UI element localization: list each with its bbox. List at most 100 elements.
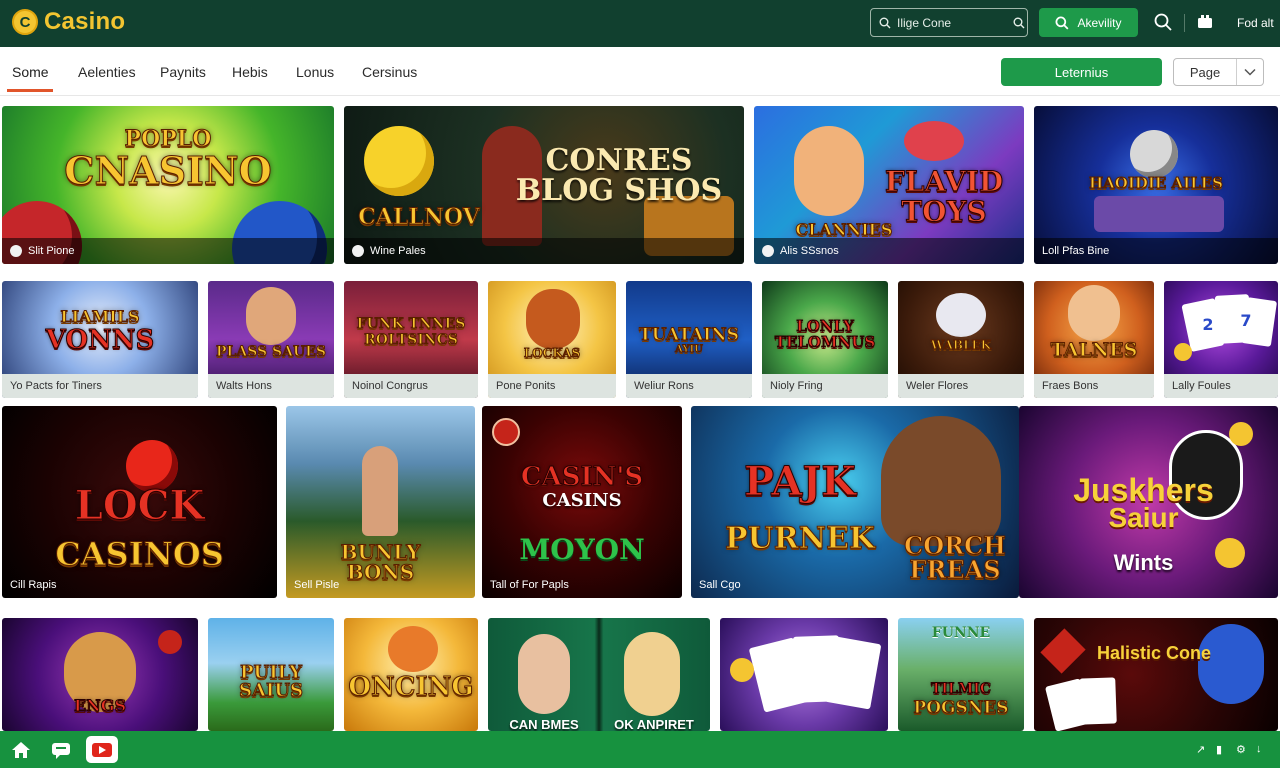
- share-icon[interactable]: ↗: [1196, 743, 1206, 756]
- game-title: Halistic Cone: [1096, 643, 1212, 663]
- download-icon[interactable]: ↓: [1256, 743, 1266, 755]
- game-tile[interactable]: FLAVID TOYS CLANNIES Alis SSsnos: [754, 106, 1024, 264]
- game-caption-text: Noinol Congrus: [352, 380, 428, 392]
- game-title: AYIU: [675, 344, 704, 355]
- bottom-right-icons: ↗ ▮ ⚙ ↓: [1196, 743, 1266, 756]
- logo-mark: C: [12, 9, 38, 35]
- activity-button[interactable]: Akevility: [1039, 8, 1138, 37]
- game-caption-text: Alis SSsnos: [780, 245, 839, 257]
- game-caption-text: Lally Foules: [1172, 380, 1231, 392]
- game-title: CALLNOV: [358, 204, 480, 230]
- game-caption: Fraes Bons: [1034, 374, 1154, 398]
- game-caption: Weliur Rons: [626, 374, 752, 398]
- game-title: CONRES: [545, 143, 693, 178]
- game-tile[interactable]: HAOIDIE AILES Loll Pfas Bine: [1034, 106, 1278, 264]
- game-title: TILMIC: [931, 681, 992, 697]
- tab-lonus[interactable]: Lonus: [296, 64, 334, 80]
- game-caption: Yo Pacts for Tiners: [2, 374, 198, 398]
- game-caption: Weler Flores: [898, 374, 1024, 398]
- game-tile[interactable]: PLASS SAUES Walts Hons: [208, 281, 334, 398]
- game-title: POPLO: [124, 126, 212, 152]
- header-right-text[interactable]: Fod alt: [1237, 16, 1274, 30]
- tab-some[interactable]: Some: [12, 64, 49, 80]
- game-title: ONCING: [348, 672, 474, 702]
- wallet-icon[interactable]: [1195, 12, 1215, 32]
- game-tile[interactable]: TALNES Fraes Bons: [1034, 281, 1154, 398]
- info-icon: [10, 245, 22, 257]
- game-title: CASINOS: [55, 535, 225, 573]
- game-caption: Sell Pisle: [286, 572, 475, 598]
- game-caption: Noinol Congrus: [344, 374, 478, 398]
- game-tile[interactable]: ONCING: [344, 618, 478, 731]
- tab-paynits[interactable]: Paynits: [160, 64, 206, 80]
- bookmark-icon[interactable]: ▮: [1216, 743, 1226, 756]
- game-tile[interactable]: LOCKAS Pone Ponits: [488, 281, 616, 398]
- info-icon: [352, 245, 364, 257]
- home-icon[interactable]: [10, 739, 32, 761]
- game-tile[interactable]: CASIN'S CASINS MOYON Tall of For Papls: [482, 406, 682, 598]
- active-tab-indicator: [7, 89, 53, 92]
- search-submit-icon[interactable]: [1013, 17, 1025, 29]
- game-tile[interactable]: PUILY SAIUS: [208, 618, 334, 731]
- game-tile[interactable]: POPLO CNASINO Slit Pione: [2, 106, 334, 264]
- game-title: LOCKAS: [523, 346, 581, 360]
- activity-button-label: Akevility: [1077, 15, 1122, 30]
- game-title: FLAVID: [884, 165, 1004, 198]
- game-tile[interactable]: Halistic Cone: [1034, 618, 1278, 731]
- game-caption: Lally Foules: [1164, 374, 1278, 398]
- game-caption: Pone Ponits: [488, 374, 616, 398]
- game-tile[interactable]: [720, 618, 888, 731]
- game-tile[interactable]: BUNLY BONS Sell Pisle: [286, 406, 475, 598]
- game-caption: Nioly Fring: [762, 374, 888, 398]
- game-tile[interactable]: WABLEK Weler Flores: [898, 281, 1024, 398]
- game-caption-text: Sell Pisle: [294, 579, 340, 591]
- card-value: 2: [1202, 315, 1214, 334]
- search-icon: [879, 17, 891, 29]
- game-tile[interactable]: FUNK TNNES ROLTSINCS Noinol Congrus: [344, 281, 478, 398]
- game-tile[interactable]: FUNNE TILMIC POGSNES: [898, 618, 1024, 731]
- game-caption-text: Slit Pione: [28, 245, 75, 257]
- game-tile[interactable]: 2 7 Lally Foules: [1164, 281, 1278, 398]
- game-tile[interactable]: PAJK PURNEK CORCH FREAS Sall Cgo: [691, 406, 1019, 598]
- game-tile[interactable]: LOCK CASINOS Cill Rapis: [2, 406, 277, 598]
- game-caption: Loll Pfas Bine: [1034, 238, 1278, 264]
- search-box[interactable]: [870, 8, 1028, 37]
- tab-aelenties[interactable]: Aelenties: [78, 64, 136, 80]
- game-tile[interactable]: CAN BMES OK ANPIRET: [488, 618, 710, 731]
- page-select[interactable]: Page: [1173, 58, 1264, 86]
- game-title: Wints: [1113, 550, 1174, 575]
- game-caption-text: Cill Rapis: [10, 579, 57, 591]
- tab-cersinus[interactable]: Cersinus: [362, 64, 417, 80]
- search-input[interactable]: [897, 15, 1007, 30]
- search-icon[interactable]: [1153, 12, 1173, 32]
- game-caption-text: Loll Pfas Bine: [1042, 245, 1110, 257]
- game-title: PUILY SAIUS: [238, 662, 304, 701]
- game-caption-text: Walts Hons: [216, 380, 272, 392]
- youtube-icon[interactable]: [86, 736, 118, 763]
- game-title: TALNES: [1050, 339, 1138, 361]
- search-icon: [1055, 16, 1069, 30]
- game-caption-text: Weler Flores: [906, 380, 969, 392]
- game-tile[interactable]: LONLY TELOMNUS Nioly Fring: [762, 281, 888, 398]
- settings-icon[interactable]: ⚙: [1236, 743, 1246, 756]
- game-tile[interactable]: CONRES BLOG SHOS CALLNOV Wine Pales: [344, 106, 744, 264]
- game-title: Saiur: [1108, 502, 1179, 533]
- logo[interactable]: C Casino: [12, 8, 125, 36]
- chat-icon[interactable]: [50, 739, 72, 761]
- info-icon: [762, 245, 774, 257]
- game-tile[interactable]: ENGS: [2, 618, 198, 731]
- game-caption: Walts Hons: [208, 374, 334, 398]
- game-title: PAJK: [744, 458, 857, 505]
- game-tile[interactable]: LIAMILS VONNS Yo Pacts for Tiners: [2, 281, 198, 398]
- game-caption: Wine Pales: [344, 238, 744, 264]
- game-title: FUNNE: [931, 625, 991, 641]
- cta-button[interactable]: Leternius: [1001, 58, 1162, 86]
- game-title: OK ANPIRET: [614, 717, 694, 731]
- game-tile[interactable]: Juskhers Saiur Wints: [1019, 406, 1278, 598]
- game-tile[interactable]: TUATAINS AYIU Weliur Rons: [626, 281, 752, 398]
- game-title: LOCK: [74, 482, 205, 529]
- game-title: LONLY: [796, 317, 855, 335]
- game-title: MOYON: [519, 533, 645, 566]
- game-title: ROLTSINCS: [364, 332, 459, 348]
- tab-hebis[interactable]: Hebis: [232, 64, 268, 80]
